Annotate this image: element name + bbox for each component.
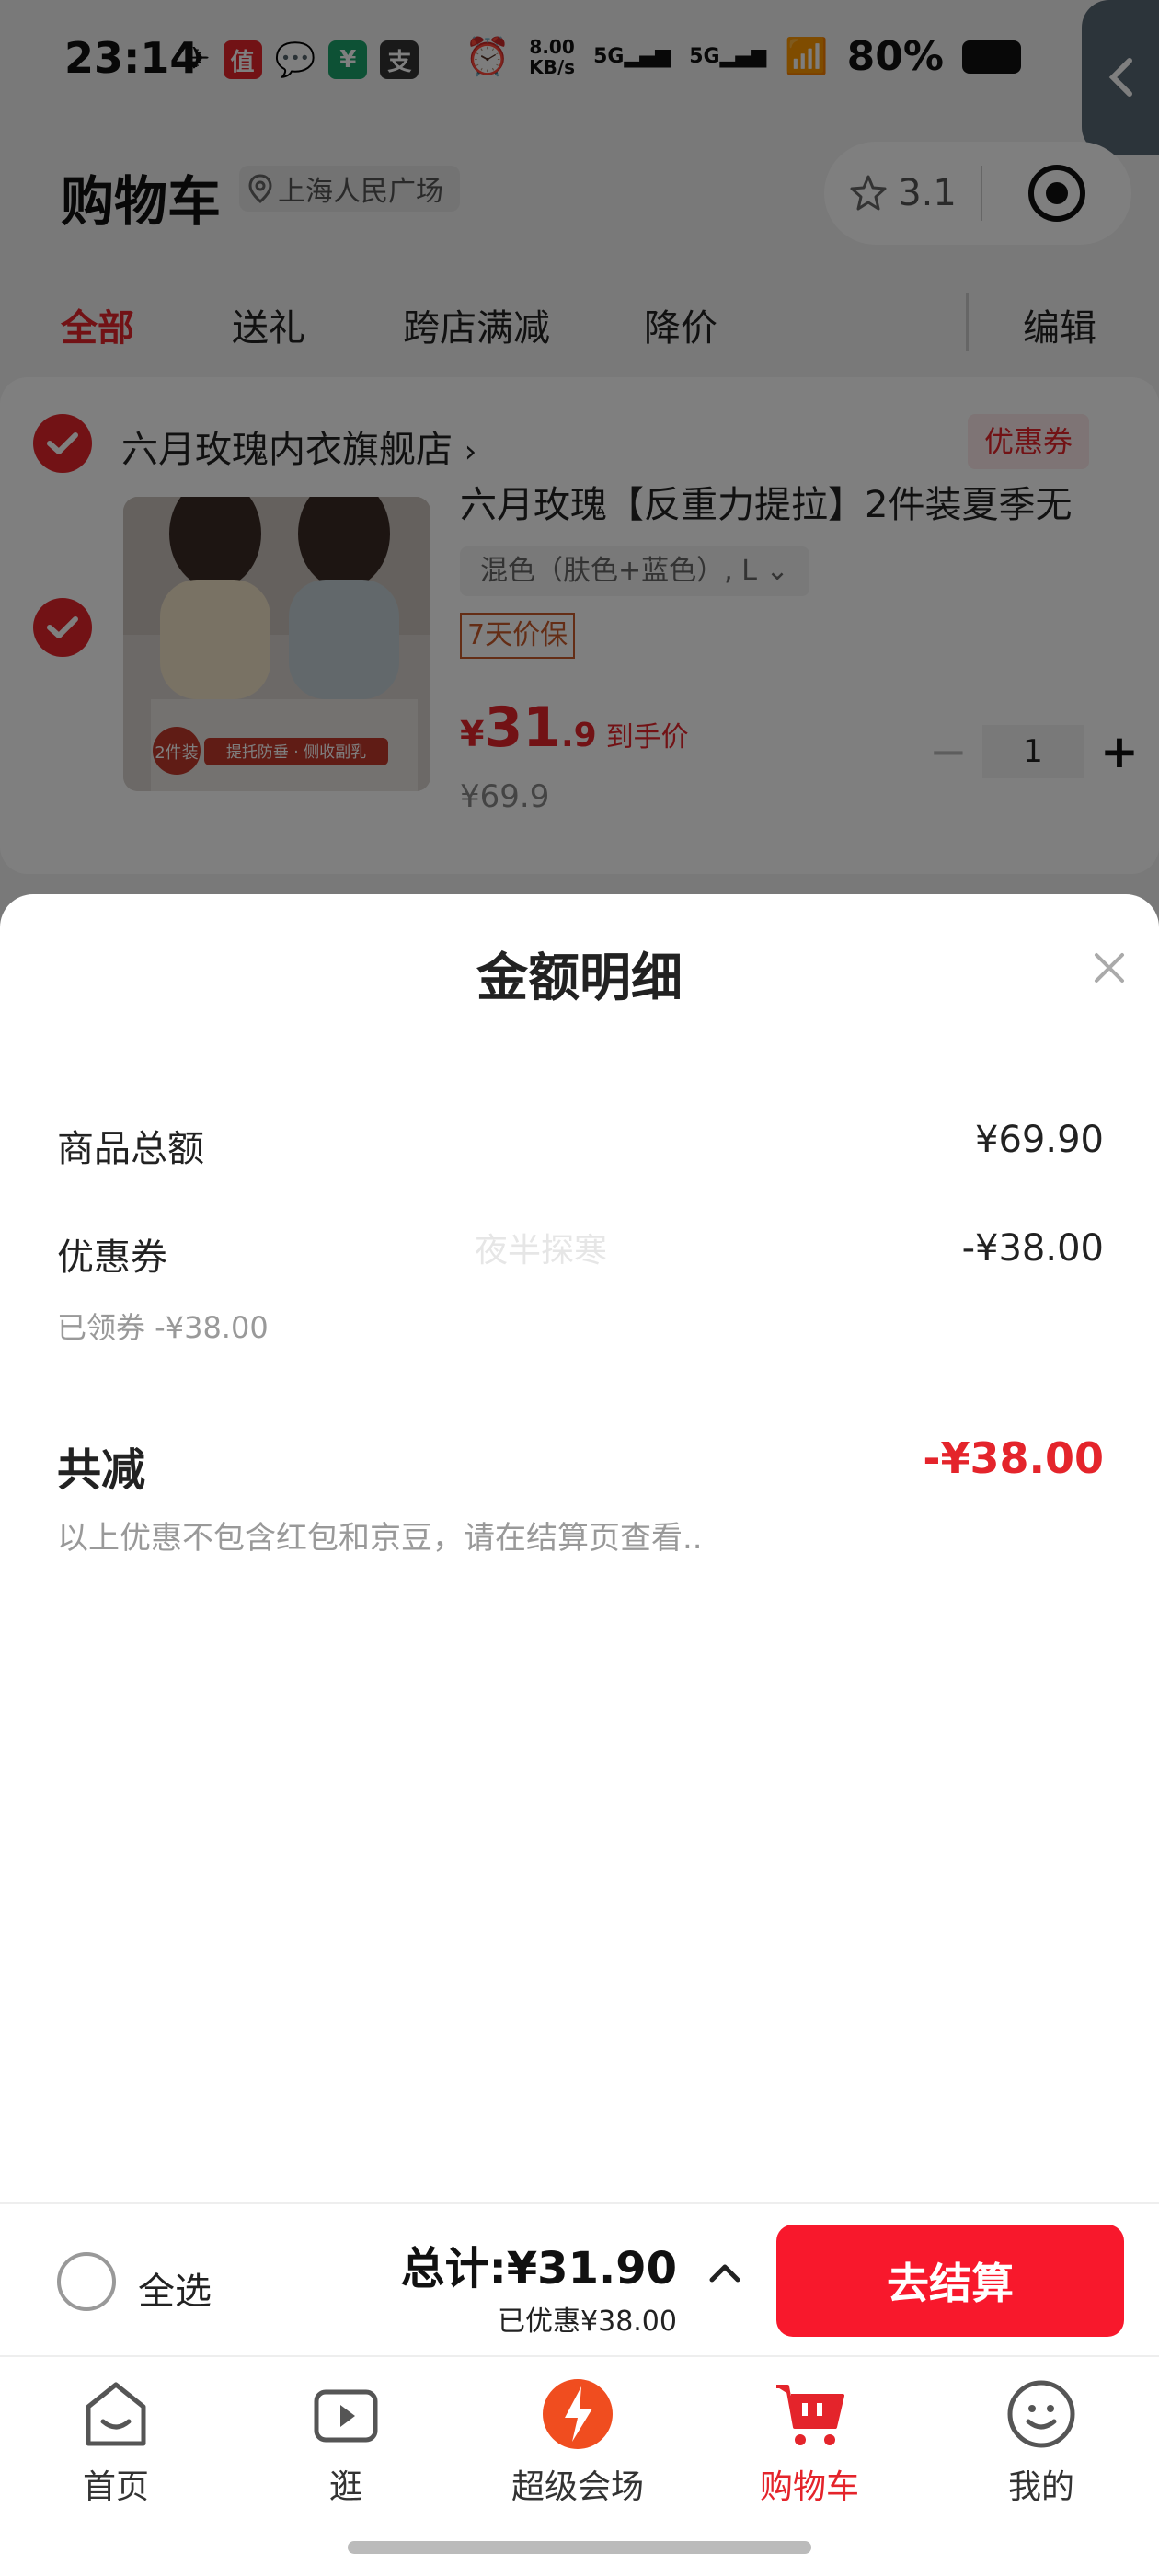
home-icon [86, 2382, 146, 2446]
amount-detail-sheet: 金额明细 商品总额 ¥69.90 夜半探寒 优惠券 -¥38.00 已领券 -¥… [0, 894, 1159, 2206]
discount-summary: 已优惠¥38.00 [498, 2306, 677, 2338]
super-venue-icon [543, 2379, 613, 2449]
select-all-checkbox[interactable] [57, 2252, 116, 2311]
select-all-label[interactable]: 全选 [138, 2261, 212, 2315]
coupon-claimed: 已领券 -¥38.00 [57, 1310, 269, 1345]
home-indicator[interactable] [348, 2541, 811, 2554]
discount-note: 以上优惠不包含红包和京豆，请在结算页查看.. [57, 1520, 703, 1557]
chevron-up-icon [709, 2264, 740, 2283]
close-icon [1095, 953, 1124, 983]
coupon-label: 优惠券 [57, 1236, 167, 1279]
nav-cart[interactable]: 购物车 [717, 2375, 901, 2508]
watermark-text: 夜半探寒 [475, 1232, 608, 1270]
cart-icon [776, 2385, 844, 2445]
video-play-icon [314, 2389, 378, 2443]
sheet-title: 金额明细 [476, 949, 683, 1008]
total-price: 总计:¥31.90 [400, 2243, 677, 2294]
goods-total-label: 商品总额 [57, 1128, 204, 1170]
checkout-bar: 全选 总计:¥31.90 已优惠¥38.00 去结算 [0, 2202, 1159, 2355]
total-discount-label: 共减 [57, 1444, 146, 1496]
profile-smile-icon [1007, 2380, 1075, 2448]
coupon-value: -¥38.00 [961, 1227, 1104, 1270]
nav-mine[interactable]: 我的 [949, 2375, 1133, 2508]
bottom-nav: 首页 逛 超级会场 购物车 我的 [0, 2355, 1159, 2576]
nav-browse[interactable]: 逛 [254, 2375, 438, 2508]
expand-detail-button[interactable] [706, 2261, 743, 2289]
checkout-button[interactable]: 去结算 [776, 2225, 1124, 2337]
close-button[interactable] [1091, 949, 1128, 990]
goods-total-value: ¥69.90 [975, 1119, 1104, 1161]
nav-super-venue[interactable]: 超级会场 [486, 2375, 670, 2508]
total-discount-value: -¥38.00 [923, 1433, 1104, 1483]
nav-home[interactable]: 首页 [24, 2375, 208, 2508]
